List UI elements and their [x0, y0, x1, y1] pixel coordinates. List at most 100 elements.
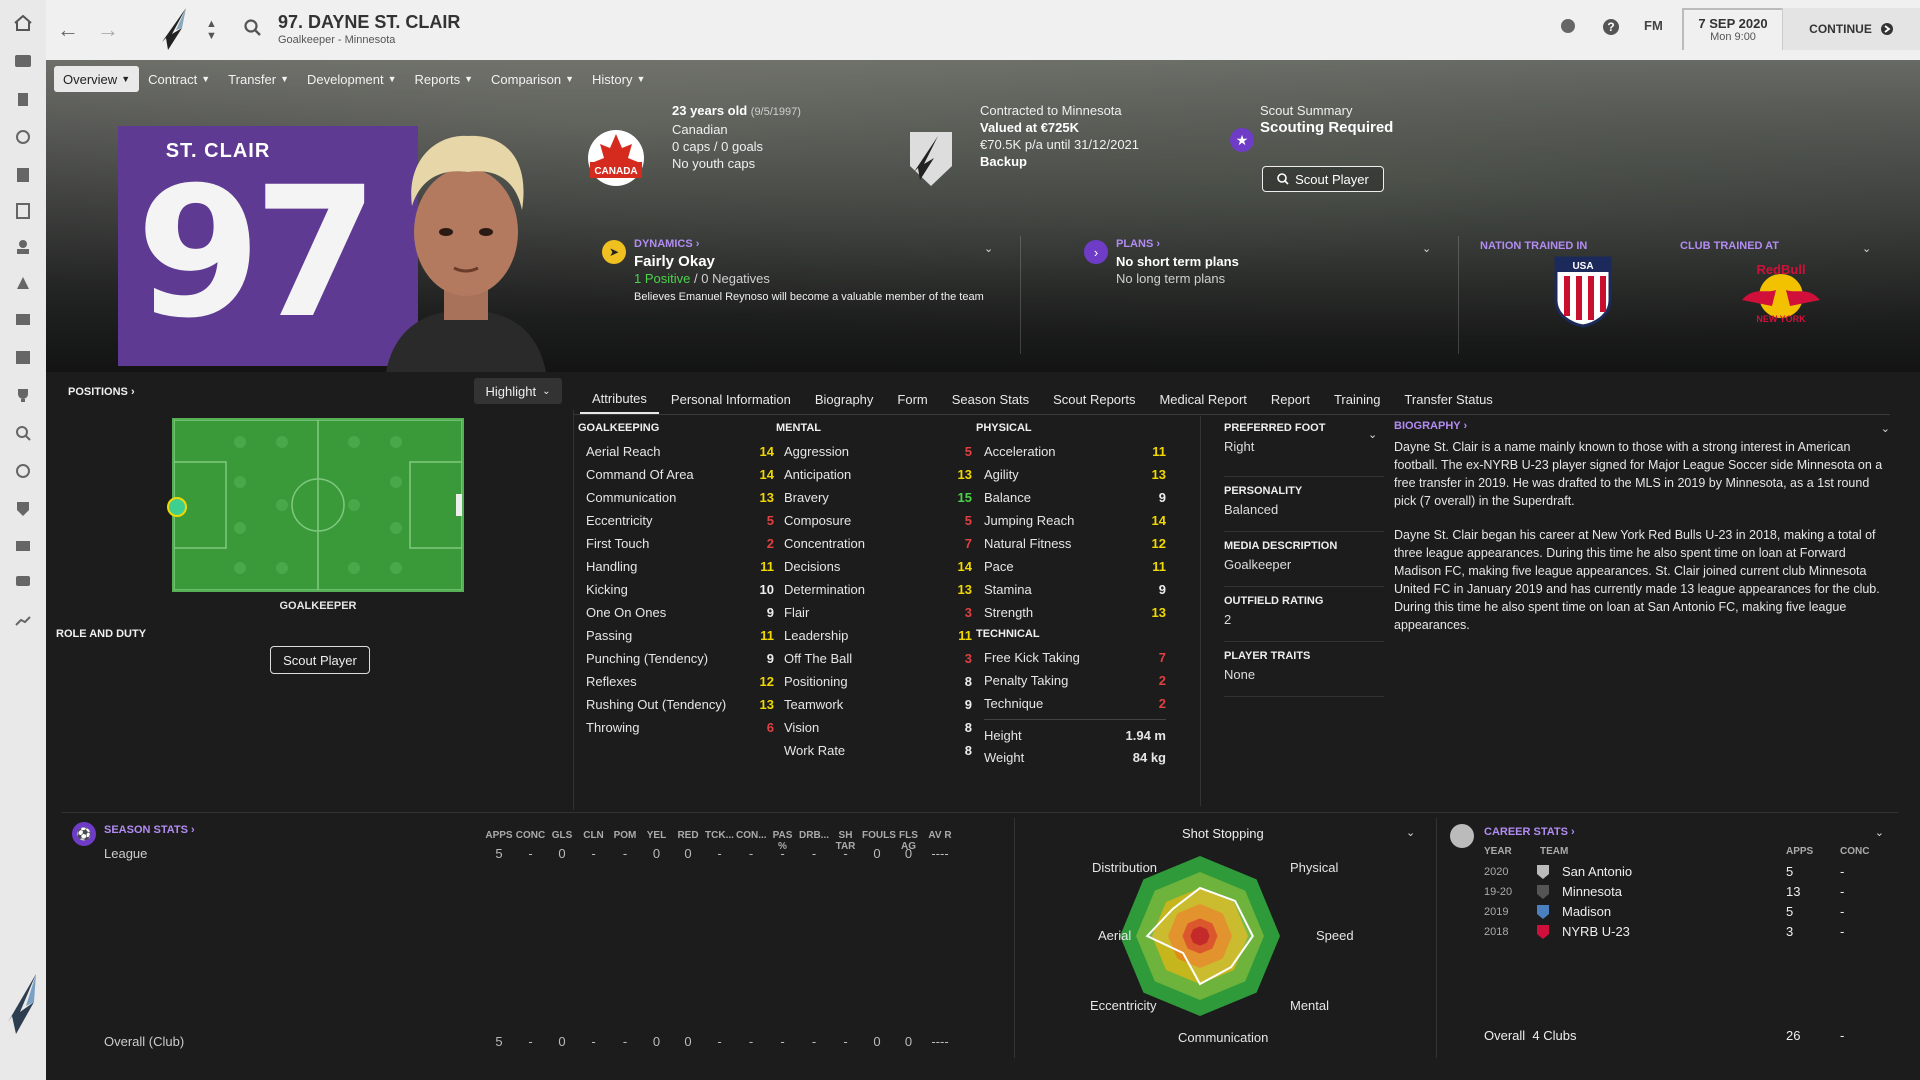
attribute-row[interactable]: Natural Fitness 12 [976, 532, 1166, 555]
trained-expand-icon[interactable]: ⌄ [1862, 242, 1871, 255]
season-stat-header[interactable]: AV R [925, 830, 955, 841]
attribute-row[interactable]: One On Ones 9 [578, 601, 774, 624]
attribute-row[interactable]: Command Of Area 14 [578, 463, 774, 486]
biography-link[interactable]: BIOGRAPHY › [1394, 420, 1890, 432]
tab-season-stats[interactable]: Season Stats [940, 384, 1041, 414]
attribute-row[interactable]: Acceleration 11 [976, 440, 1166, 463]
career-stats-link[interactable]: CAREER STATS › [1484, 826, 1575, 838]
attribute-row[interactable]: Flair 3 [776, 601, 972, 624]
tab-personal-information[interactable]: Personal Information [659, 384, 803, 414]
attribute-row[interactable]: Concentration 7 [776, 532, 972, 555]
training-icon[interactable] [11, 272, 35, 294]
subnav-transfer[interactable]: Transfer ▼ [219, 66, 298, 92]
season-stat-header[interactable]: YEL [642, 830, 672, 841]
attribute-row[interactable]: Eccentricity 5 [578, 509, 774, 532]
tactics-icon[interactable] [11, 200, 35, 222]
season-stat-header[interactable]: CLN [579, 830, 609, 841]
attribute-row[interactable]: Kicking 10 [578, 578, 774, 601]
staff-icon[interactable] [11, 236, 35, 258]
attribute-row[interactable]: Work Rate 8 [776, 739, 972, 762]
scout-player-button-2[interactable]: Scout Player [270, 646, 370, 674]
attribute-row[interactable]: Technique 2 [976, 692, 1166, 715]
subnav-development[interactable]: Development ▼ [298, 66, 406, 92]
attribute-row[interactable]: Penalty Taking 2 [976, 669, 1166, 692]
club-crest-small[interactable] [158, 6, 198, 54]
back-arrow-icon[interactable]: ← [54, 16, 82, 44]
help-icon[interactable]: ? [1602, 18, 1620, 39]
attribute-row[interactable]: Communication 13 [578, 486, 774, 509]
biography-expand-icon[interactable]: ⌄ [1881, 422, 1890, 435]
attribute-row[interactable]: Bravery 15 [776, 486, 972, 509]
inbox-icon[interactable] [11, 50, 35, 72]
dynamics-expand-icon[interactable]: ⌄ [984, 242, 993, 255]
attribute-row[interactable]: Balance 9 [976, 486, 1166, 509]
subnav-overview[interactable]: Overview ▼ [54, 66, 140, 92]
forward-arrow-icon[interactable]: → [94, 16, 122, 44]
attribute-row[interactable]: Punching (Tendency) 9 [578, 647, 774, 670]
dynamics-icon[interactable] [11, 126, 35, 148]
attribute-row[interactable]: Anticipation 13 [776, 463, 972, 486]
fm-menu-button[interactable]: FM [1644, 18, 1663, 33]
team-report-icon[interactable] [11, 164, 35, 186]
season-stat-header[interactable]: RED [673, 830, 703, 841]
tab-training[interactable]: Training [1322, 384, 1392, 414]
attribute-row[interactable]: Leadership 11 [776, 624, 972, 647]
season-stat-header[interactable]: GLS [547, 830, 577, 841]
globe-icon[interactable] [1560, 18, 1576, 37]
transfers-icon[interactable] [11, 460, 35, 482]
attribute-row[interactable]: Reflexes 12 [578, 670, 774, 693]
tab-attributes[interactable]: Attributes [580, 384, 659, 414]
attribute-row[interactable]: Passing 11 [578, 624, 774, 647]
trend-icon[interactable] [11, 610, 35, 632]
season-stat-header[interactable]: CON... [736, 830, 767, 841]
schedule-icon[interactable] [11, 346, 35, 368]
squad-icon[interactable] [11, 88, 35, 110]
career-row[interactable]: 19-20 Minnesota 13 - [1446, 884, 1892, 904]
subnav-contract[interactable]: Contract ▼ [139, 66, 219, 92]
attribute-row[interactable]: Free Kick Taking 7 [976, 646, 1166, 669]
attribute-row[interactable]: Strength 13 [976, 601, 1166, 624]
attribute-row[interactable]: Pace 11 [976, 555, 1166, 578]
scouting-icon[interactable] [11, 422, 35, 444]
medical-icon[interactable] [11, 308, 35, 330]
dynamics-link[interactable]: DYNAMICS › [634, 236, 1034, 253]
preferred-foot-chevron-icon[interactable]: ⌄ [1368, 428, 1377, 441]
season-stats-link[interactable]: SEASON STATS › [104, 824, 195, 836]
tab-form[interactable]: Form [885, 384, 939, 414]
attribute-row[interactable]: Determination 13 [776, 578, 972, 601]
player-switcher[interactable]: ▲ ▼ [206, 18, 217, 42]
career-expand-icon[interactable]: ⌄ [1875, 826, 1884, 839]
tab-medical-report[interactable]: Medical Report [1147, 384, 1258, 414]
dev-centre-icon[interactable] [11, 570, 35, 592]
attribute-row[interactable]: Vision 8 [776, 716, 972, 739]
career-row[interactable]: 2018 NYRB U-23 3 - [1446, 924, 1892, 944]
tab-transfer-status[interactable]: Transfer Status [1392, 384, 1504, 414]
season-stat-header[interactable]: CONC [516, 830, 546, 841]
subnav-history[interactable]: History ▼ [583, 66, 654, 92]
season-stat-header[interactable]: POM [610, 830, 640, 841]
search-icon[interactable] [244, 19, 262, 40]
continue-button[interactable]: CONTINUE [1782, 8, 1920, 50]
plans-link[interactable]: PLANS › [1116, 236, 1239, 253]
attribute-row[interactable]: Teamwork 9 [776, 693, 972, 716]
home-icon[interactable] [11, 12, 35, 34]
highlight-dropdown[interactable]: Highlight ⌄ [474, 378, 562, 404]
season-stat-header[interactable]: FOULS [862, 830, 896, 841]
finances-icon[interactable] [11, 534, 35, 556]
attribute-row[interactable]: Throwing 6 [578, 716, 774, 739]
attribute-row[interactable]: Off The Ball 3 [776, 647, 972, 670]
career-row[interactable]: 2020 San Antonio 5 - [1446, 864, 1892, 884]
career-row[interactable]: 2019 Madison 5 - [1446, 904, 1892, 924]
date-display[interactable]: 7 SEP 2020 Mon 9:00 [1682, 8, 1782, 50]
attribute-row[interactable]: Handling 11 [578, 555, 774, 578]
tab-report[interactable]: Report [1259, 384, 1322, 414]
attribute-row[interactable]: Rushing Out (Tendency) 13 [578, 693, 774, 716]
attribute-row[interactable]: Decisions 14 [776, 555, 972, 578]
season-stat-header[interactable]: DRB... [799, 830, 829, 841]
subnav-reports[interactable]: Reports ▼ [406, 66, 482, 92]
competitions-icon[interactable] [11, 384, 35, 406]
attribute-row[interactable]: Aggression 5 [776, 440, 972, 463]
subnav-comparison[interactable]: Comparison ▼ [482, 66, 583, 92]
attribute-row[interactable]: Jumping Reach 14 [976, 509, 1166, 532]
attribute-row[interactable]: Positioning 8 [776, 670, 972, 693]
